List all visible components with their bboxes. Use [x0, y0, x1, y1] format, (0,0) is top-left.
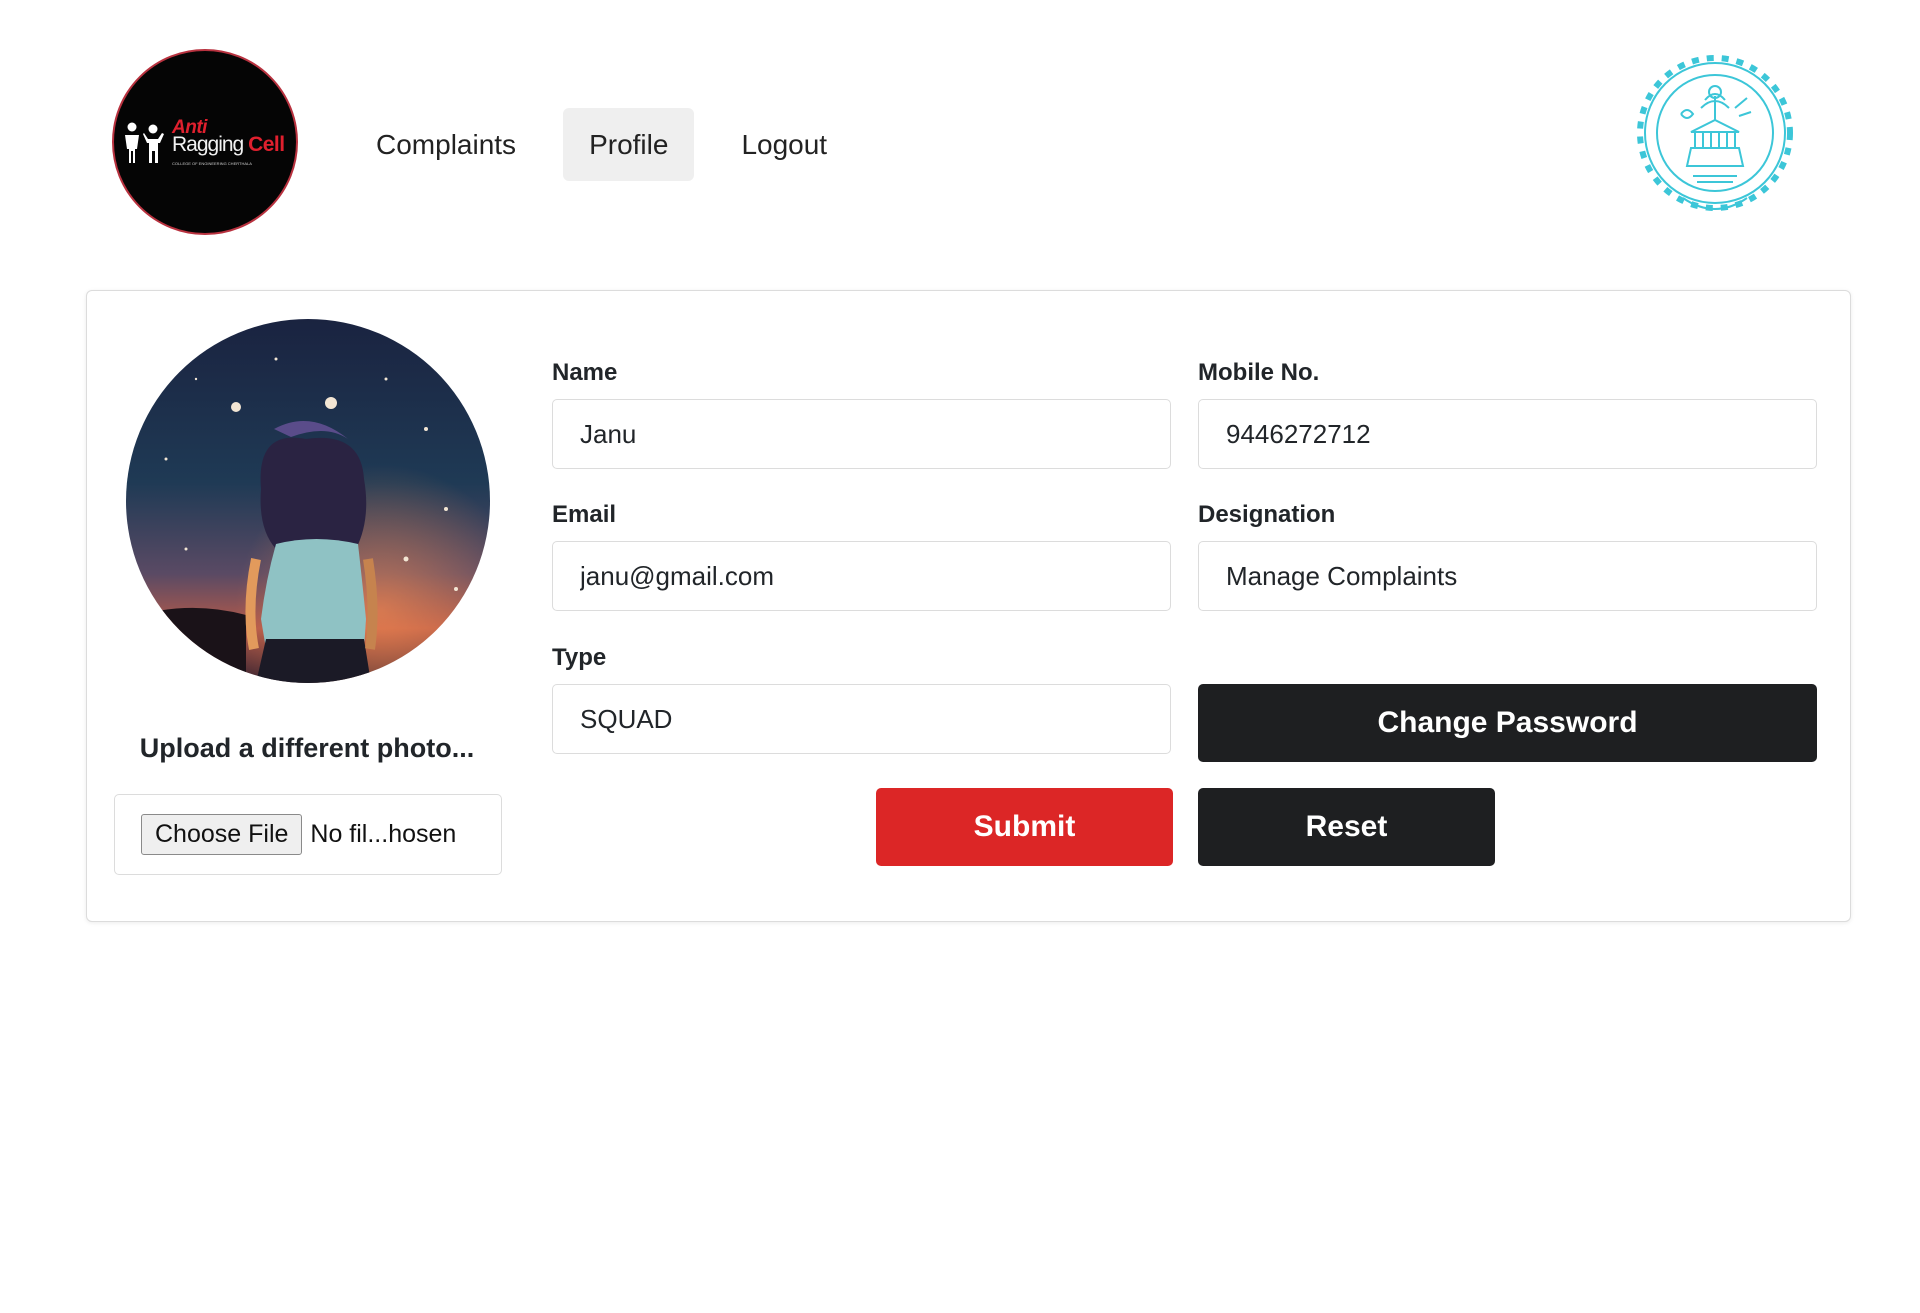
- mobile-input[interactable]: [1198, 399, 1817, 469]
- email-input[interactable]: [552, 541, 1171, 611]
- college-seal-logo: [1637, 55, 1793, 211]
- logo-tagline: COLLEGE OF ENGINEERING CHERTHALA: [172, 161, 252, 166]
- profile-avatar: [126, 319, 490, 683]
- designation-label: Designation: [1198, 501, 1336, 528]
- profile-card: Upload a different photo... Choose File …: [86, 290, 1851, 922]
- logo-word-ragging-cell: Ragging Cell: [172, 133, 285, 156]
- designation-input[interactable]: [1198, 541, 1817, 611]
- upload-photo-label: Upload a different photo...: [139, 733, 475, 763]
- photo-file-input[interactable]: Choose File No fil...hosen: [114, 794, 502, 875]
- mobile-label: Mobile No.: [1198, 359, 1320, 386]
- name-label: Name: [552, 359, 618, 386]
- type-label: Type: [552, 644, 607, 671]
- nav-complaints[interactable]: Complaints: [350, 108, 542, 181]
- nav-logout[interactable]: Logout: [715, 108, 853, 181]
- submit-button[interactable]: Submit: [876, 788, 1173, 866]
- students-icon: [125, 122, 164, 163]
- email-label: Email: [552, 501, 617, 528]
- file-status-text: No fil...hosen: [310, 820, 457, 848]
- main-nav: Complaints Profile Logout: [350, 108, 853, 181]
- anti-ragging-cell-logo[interactable]: Anti Ragging Cell COLLEGE OF ENGINEERING…: [112, 49, 298, 235]
- reset-button[interactable]: Reset: [1198, 788, 1495, 866]
- top-header: Anti Ragging Cell COLLEGE OF ENGINEERING…: [0, 0, 1920, 270]
- change-password-button[interactable]: Change Password: [1198, 684, 1817, 762]
- avatar-image: [126, 319, 490, 683]
- nav-profile[interactable]: Profile: [563, 108, 695, 181]
- type-input[interactable]: [552, 684, 1171, 754]
- name-input[interactable]: [552, 399, 1171, 469]
- choose-file-button[interactable]: Choose File: [141, 814, 303, 855]
